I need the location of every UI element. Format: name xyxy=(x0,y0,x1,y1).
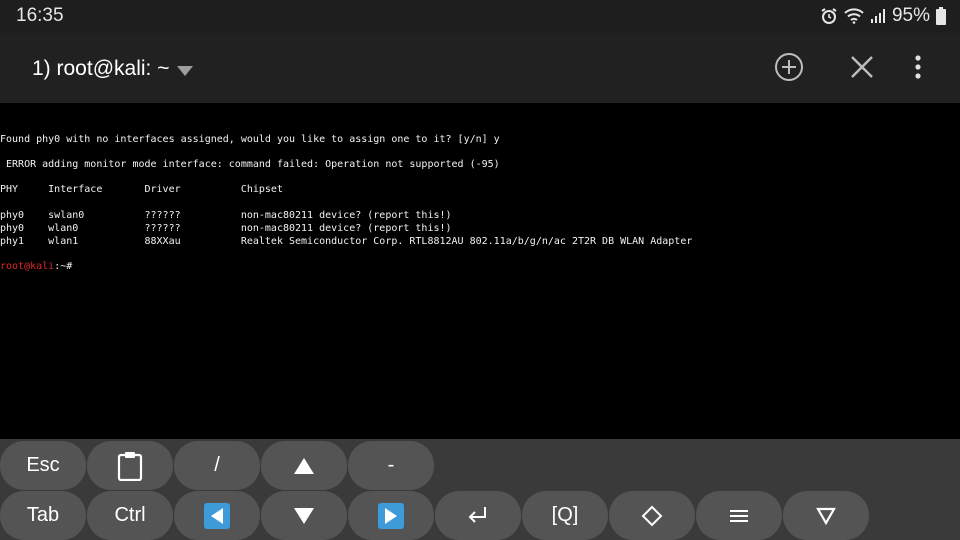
wifi-icon xyxy=(844,8,864,24)
tab-key[interactable]: Tab xyxy=(0,491,86,540)
close-icon xyxy=(849,54,875,85)
arrow-down-key[interactable] xyxy=(261,491,347,540)
triangle-down-icon xyxy=(816,507,836,525)
q-key[interactable]: [Q] xyxy=(522,491,608,540)
menu-key[interactable] xyxy=(696,491,782,540)
dash-key[interactable]: - xyxy=(348,441,434,490)
clipboard-icon xyxy=(117,451,143,481)
triangle-down-key[interactable] xyxy=(783,491,869,540)
chevron-down-icon xyxy=(177,66,194,76)
extra-keys-bar: Esc / - Tab Ctrl [Q] xyxy=(0,439,960,540)
slash-key[interactable]: / xyxy=(174,441,260,490)
menu-icon xyxy=(730,509,748,523)
ctrl-key-label: Ctrl xyxy=(114,504,146,526)
terminal-view[interactable]: Found phy0 with no interfaces assigned, … xyxy=(0,103,960,439)
app-bar: 1) root@kali: ~ xyxy=(0,33,960,105)
esc-key-label: Esc xyxy=(26,454,60,476)
diamond-key[interactable] xyxy=(609,491,695,540)
arrow-left-key[interactable] xyxy=(174,491,260,540)
arrow-down-icon xyxy=(293,507,315,525)
terminal-prompt: root@kali:~# xyxy=(0,261,72,272)
terminal-line: ERROR adding monitor mode interface: com… xyxy=(0,159,500,170)
battery-icon xyxy=(936,7,946,25)
ctrl-key[interactable]: Ctrl xyxy=(87,491,173,540)
esc-key[interactable]: Esc xyxy=(0,441,86,490)
arrow-right-icon xyxy=(378,502,404,529)
arrow-right-key[interactable] xyxy=(348,491,434,540)
terminal-line: phy0 swlan0 ?????? non-mac80211 device? … xyxy=(0,210,452,221)
tab-key-label: Tab xyxy=(26,504,60,526)
slash-key-label: / xyxy=(214,454,220,476)
arrow-up-key[interactable] xyxy=(261,441,347,490)
session-title: 1) root@kali: ~ xyxy=(32,57,170,80)
status-time: 16:35 xyxy=(16,5,64,26)
alarm-icon xyxy=(820,7,838,25)
prompt-path: :~# xyxy=(54,261,73,272)
q-key-label: [Q] xyxy=(551,504,579,526)
signal-icon xyxy=(870,8,886,24)
prompt-user: root@kali xyxy=(0,261,55,272)
terminal-line: Found phy0 with no interfaces assigned, … xyxy=(0,134,500,145)
status-bar: 16:35 95% xyxy=(0,0,960,33)
terminal-line: phy0 wlan0 ?????? non-mac80211 device? (… xyxy=(0,223,452,234)
diamond-icon xyxy=(641,505,663,527)
arrow-left-icon xyxy=(204,502,230,529)
paste-key[interactable] xyxy=(87,441,173,490)
add-session-button[interactable] xyxy=(773,52,805,87)
close-session-button[interactable] xyxy=(846,53,878,85)
enter-key[interactable] xyxy=(435,491,521,540)
battery-percent: 95% xyxy=(891,5,930,26)
enter-icon xyxy=(466,505,490,527)
status-icons: 95% xyxy=(820,5,946,27)
terminal-line: phy1 wlan1 88XXau Realtek Semiconductor … xyxy=(0,236,693,247)
arrow-up-icon xyxy=(293,457,315,475)
terminal-line: PHY Interface Driver Chipset xyxy=(0,184,283,195)
session-selector[interactable]: 1) root@kali: ~ xyxy=(32,57,194,81)
dash-key-label: - xyxy=(387,454,395,476)
add-session-icon xyxy=(774,52,804,87)
more-options-button[interactable] xyxy=(902,53,934,85)
more-options-icon xyxy=(914,54,922,85)
